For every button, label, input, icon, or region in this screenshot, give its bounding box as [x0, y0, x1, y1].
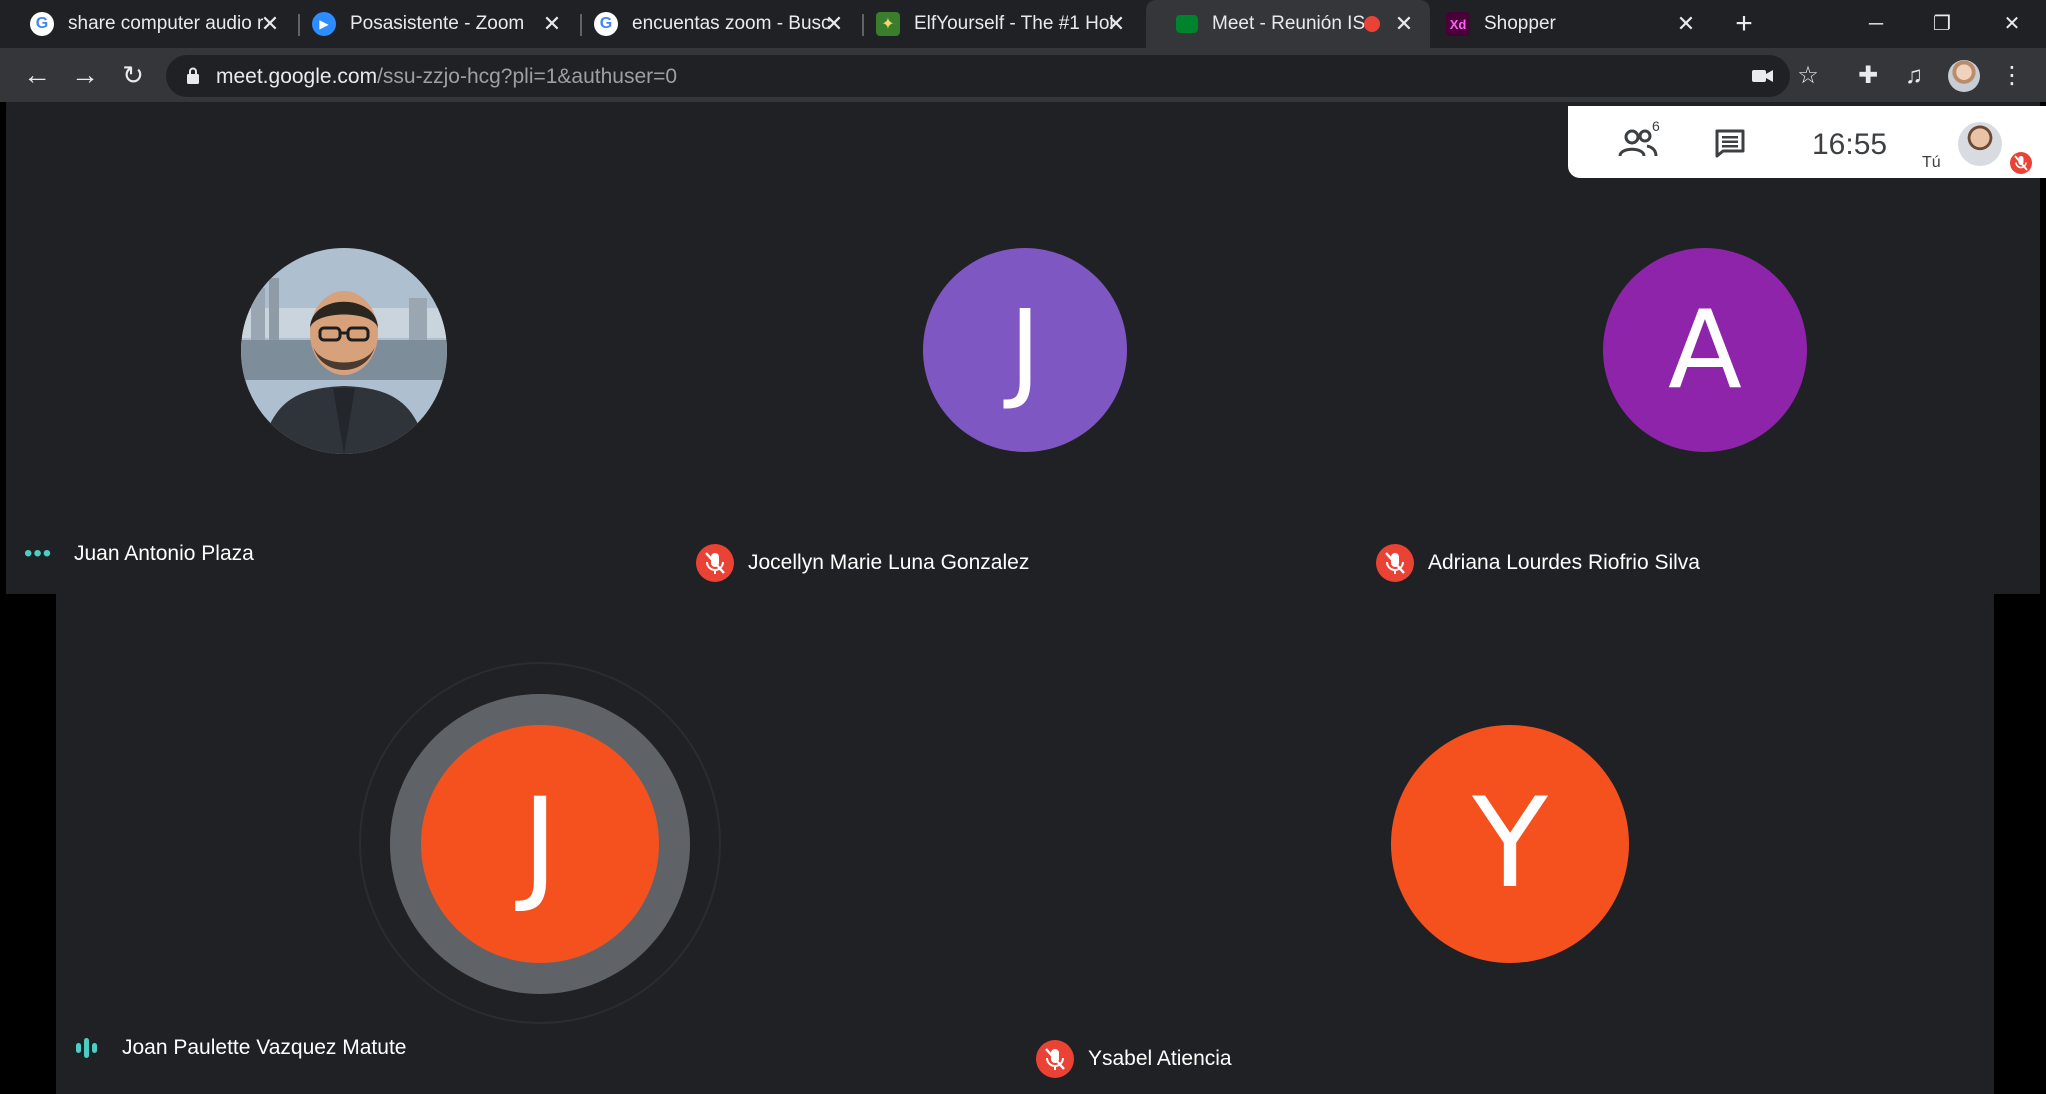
self-mic-off-icon: [2010, 152, 2032, 174]
mic-off-icon: [1376, 544, 1414, 582]
self-avatar[interactable]: [1958, 122, 2002, 166]
participant-name-row: Adriana Lourdes Riofrio Silva: [1376, 544, 1700, 582]
tab-shopper[interactable]: Xd Shopper ✕: [1416, 0, 1712, 48]
participant-name: Ysabel Atiencia: [1088, 1047, 1232, 1070]
participant-name-row: Joan Paulette Vazquez Matute: [76, 1036, 406, 1060]
tab-encuentas-zoom[interactable]: G encuentas zoom - Busc ✕: [564, 0, 860, 48]
address-bar[interactable]: meet.google.com/ssu-zzjo-hcg?pli=1&authu…: [166, 55, 1790, 97]
meeting-clock: 16:55: [1812, 128, 1888, 161]
google-icon: G: [30, 12, 54, 36]
participant-avatar: J: [421, 725, 659, 963]
back-icon[interactable]: ←: [20, 58, 54, 92]
restore-icon[interactable]: ❐: [1922, 6, 1962, 42]
close-tab-icon[interactable]: ✕: [1104, 12, 1128, 36]
menu-kebab-icon[interactable]: ⋮: [1996, 60, 2028, 92]
extensions-icon[interactable]: ✚: [1852, 60, 1884, 92]
new-tab-button[interactable]: +: [1728, 8, 1760, 40]
tab-posasistente-zoom[interactable]: ▶ Posasistente - Zoom ✕: [282, 0, 578, 48]
minimize-icon[interactable]: ─: [1856, 6, 1896, 42]
meet-stage: 6 16:55 Tú ••• Juan Antonio Plaza J Joce…: [0, 102, 2046, 1094]
participant-name: Joan Paulette Vazquez Matute: [122, 1036, 407, 1059]
bookmark-star-icon[interactable]: ☆: [1792, 60, 1824, 92]
speaking-indicator-icon: [76, 1038, 100, 1058]
xd-icon: Xd: [1446, 12, 1470, 36]
media-control-icon[interactable]: ♫: [1898, 60, 1930, 92]
participant-name: Adriana Lourdes Riofrio Silva: [1428, 551, 1700, 574]
participant-name-row: ••• Juan Antonio Plaza: [24, 542, 254, 566]
close-tab-icon[interactable]: ✕: [258, 12, 282, 36]
google-icon: G: [594, 12, 618, 36]
meeting-info-bar: 6 16:55 Tú: [1568, 106, 2046, 178]
tab-strip: G share computer audio r ✕ ▶ Posasistent…: [0, 0, 2046, 48]
mic-off-icon: [696, 544, 734, 582]
more-options-dots-icon[interactable]: •••: [24, 542, 60, 566]
lock-icon: [187, 67, 199, 84]
close-tab-icon[interactable]: ✕: [822, 12, 846, 36]
reload-icon[interactable]: ↻: [116, 58, 150, 92]
participant-photo-avatar: [241, 248, 447, 454]
recording-dot-icon: [1364, 16, 1380, 32]
url-text: meet.google.com/ssu-zzjo-hcg?pli=1&authu…: [216, 65, 678, 88]
participant-name-row: Jocellyn Marie Luna Gonzalez: [696, 544, 1029, 582]
participant-name: Jocellyn Marie Luna Gonzalez: [748, 551, 1030, 574]
participant-name: Juan Antonio Plaza: [74, 542, 254, 565]
participant-avatar: A: [1603, 248, 1807, 452]
meet-icon: [1176, 15, 1198, 33]
window-close-icon[interactable]: ✕: [1992, 6, 2032, 42]
elf-icon: ✦: [876, 12, 900, 36]
toolbar: ← → ↻ meet.google.com/ssu-zzjo-hcg?pli=1…: [0, 48, 2046, 102]
tab-share-computer-audio[interactable]: G share computer audio r ✕: [0, 0, 296, 48]
close-tab-icon[interactable]: ✕: [1674, 12, 1698, 36]
camera-icon[interactable]: [1748, 63, 1776, 89]
profile-avatar[interactable]: [1948, 60, 1980, 92]
zoom-icon: ▶: [312, 12, 336, 36]
tab-meet-reunion[interactable]: Meet - Reunión IS ✕: [1146, 0, 1430, 48]
participant-avatar: J: [923, 248, 1127, 452]
people-count: 6: [1652, 118, 1660, 134]
participant-name-row: Ysabel Atiencia: [1036, 1040, 1232, 1078]
you-label: Tú: [1922, 154, 1941, 171]
forward-icon[interactable]: →: [68, 58, 102, 92]
close-tab-icon[interactable]: ✕: [540, 12, 564, 36]
mic-off-icon: [1036, 1040, 1074, 1078]
tab-elfyourself[interactable]: ✦ ElfYourself - The #1 Hol ✕: [846, 0, 1142, 48]
close-tab-icon[interactable]: ✕: [1392, 12, 1416, 36]
participant-avatar: Y: [1391, 725, 1629, 963]
meet-grid-bottom: [56, 594, 1994, 1094]
chat-icon[interactable]: [1714, 128, 1746, 158]
